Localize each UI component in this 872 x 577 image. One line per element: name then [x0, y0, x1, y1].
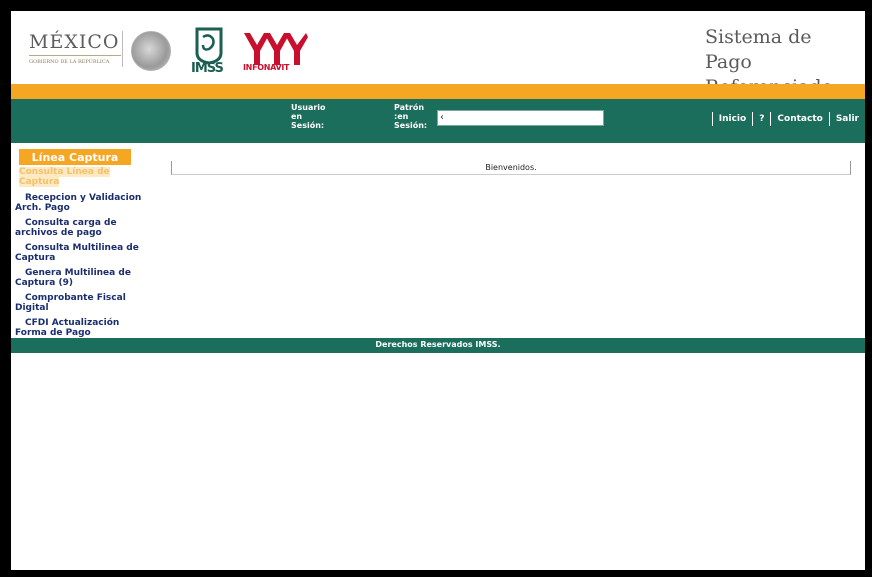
- session-patron-label: Patrón :en Sesión:: [394, 103, 427, 130]
- sidebar-item-genera-multilinea[interactable]: Genera Multilinea de Captura (9): [15, 266, 149, 291]
- sidebar-item-recepcion[interactable]: Recepcion y Validacion Arch. Pago: [15, 191, 149, 216]
- patron-label-line2: :en: [394, 112, 409, 121]
- logo-divider: [122, 31, 123, 67]
- nav-contacto-link[interactable]: Contacto: [771, 114, 828, 126]
- nav-help-link[interactable]: ?: [753, 114, 770, 126]
- top-nav: Inicio ? Contacto Salir: [711, 112, 865, 126]
- footer-copyright: Derechos Reservados IMSS.: [375, 340, 501, 349]
- user-label-line3: Sesión:: [291, 121, 325, 130]
- sidebar-item-consulta-multilinea[interactable]: Consulta Multilinea de Captura: [15, 241, 149, 266]
- mexico-logo-word: MÉXICO: [29, 31, 120, 53]
- sidebar-item-comprobante-fiscal[interactable]: Comprobante Fiscal Digital: [15, 291, 149, 316]
- mexico-logo-subtitle: GOBIERNO DE LA REPÚBLICA: [29, 59, 110, 65]
- patron-select[interactable]: ‹: [437, 110, 604, 126]
- sidebar-menu: Línea Captura Consulta Línea de Captura …: [15, 149, 149, 341]
- welcome-panel: Bienvenidos.: [171, 161, 851, 175]
- imss-logo-label: IMSS: [191, 61, 224, 76]
- patron-label-line1: Patrón: [394, 103, 425, 112]
- welcome-message: Bienvenidos.: [485, 163, 537, 172]
- site-header: MÉXICO GOBIERNO DE LA REPÚBLICA IMSS INF…: [11, 11, 865, 98]
- sidebar-item-consulta-linea[interactable]: Consulta Línea de Captura: [15, 165, 149, 191]
- session-bar: Usuario en Sesión: Patrón :en Sesión: ‹ …: [11, 99, 865, 143]
- mexico-government-logo: MÉXICO GOBIERNO DE LA REPÚBLICA: [29, 25, 121, 75]
- window-border-top: [0, 0, 872, 8]
- user-label-line1: Usuario: [291, 103, 326, 112]
- app-title-line1: Sistema de Pago: [705, 26, 812, 73]
- window-border-left: [0, 0, 8, 577]
- footer-bar: Derechos Reservados IMSS.: [11, 338, 865, 353]
- mexico-logo-rule: [29, 55, 121, 56]
- orange-separator: [11, 84, 865, 99]
- page-frame: MÉXICO GOBIERNO DE LA REPÚBLICA IMSS INF…: [8, 8, 868, 573]
- user-label-line2: en: [291, 112, 303, 121]
- sidebar-item-consulta-carga[interactable]: Consulta carga de archivos de pago: [15, 216, 149, 241]
- nav-inicio-link[interactable]: Inicio: [713, 114, 752, 126]
- patron-label-line3: Sesión:: [394, 121, 428, 130]
- nav-salir-link[interactable]: Salir: [830, 114, 865, 126]
- national-seal-icon: [131, 31, 171, 71]
- sidebar-header: Línea Captura: [19, 149, 131, 165]
- patron-select-cursor: ‹: [440, 112, 444, 123]
- infonavit-logo-label: INFONAVIT: [243, 63, 290, 72]
- session-user-label: Usuario en Sesión:: [291, 103, 326, 130]
- sidebar-item-label: Consulta Línea de Captura: [19, 167, 110, 187]
- window-border-bottom: [0, 573, 872, 577]
